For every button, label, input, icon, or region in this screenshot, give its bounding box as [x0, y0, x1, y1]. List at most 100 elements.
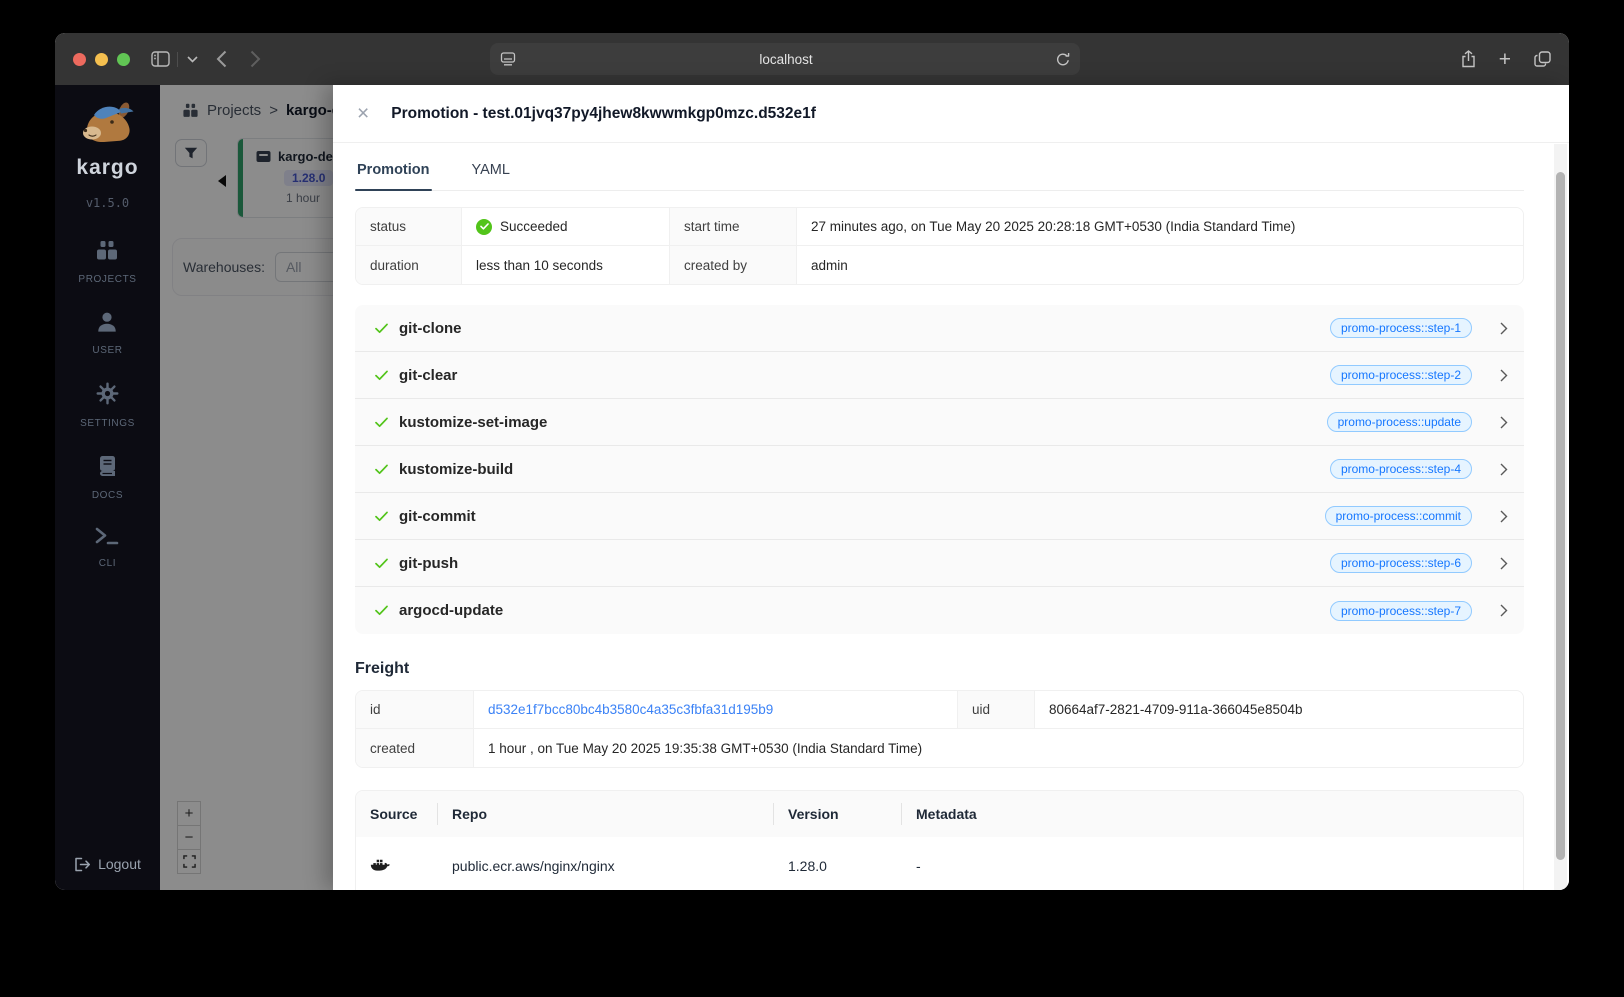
- step-name: git-commit: [399, 507, 476, 525]
- chevron-down-icon[interactable]: [183, 33, 201, 85]
- step-alias-badge: promo-process::commit: [1324, 506, 1472, 526]
- step-row-git-clear[interactable]: git-clear promo-process::step-2: [355, 352, 1524, 399]
- window-minimize-button[interactable]: [95, 53, 108, 66]
- chevron-right-icon: [1500, 322, 1508, 335]
- share-icon[interactable]: [1461, 50, 1476, 68]
- col-version: Version: [774, 791, 902, 837]
- freight-uid-label: uid: [958, 691, 1035, 729]
- duration-value: less than 10 seconds: [462, 246, 670, 284]
- step-row-argocd-update[interactable]: argocd-update promo-process::step-7: [355, 587, 1524, 634]
- source-repo: public.ecr.aws/nginx/nginx: [452, 858, 615, 874]
- tab-overview-icon[interactable]: [1534, 51, 1551, 67]
- modal-header: × Promotion - test.01jvq37py4jhew8kwwmkg…: [333, 85, 1569, 143]
- tab-promotion[interactable]: Promotion: [355, 153, 432, 191]
- freight-created-label: created: [356, 729, 474, 767]
- duration-label: duration: [356, 246, 462, 284]
- created-by-label: created by: [670, 246, 797, 284]
- sidebar-item-label: PROJECTS: [78, 274, 137, 285]
- window-controls: [73, 53, 130, 66]
- check-icon: [375, 323, 388, 334]
- check-icon: [375, 464, 388, 475]
- step-name: git-push: [399, 554, 459, 572]
- sidebar-nav: PROJECTS USER SETTINGS DOCS CLI: [78, 240, 136, 595]
- step-name: git-clear: [399, 366, 458, 384]
- terminal-icon: [95, 527, 119, 550]
- chevron-right-icon: [1500, 557, 1508, 570]
- sidebar-item-docs[interactable]: DOCS: [92, 455, 123, 501]
- freight-heading: Freight: [355, 660, 410, 677]
- freight-sources-table: Source Repo Version Metadata public.ecr.…: [355, 790, 1524, 890]
- kargo-sidebar: kargo v1.5.0 PROJECTS USER SETTINGS DOCS…: [55, 85, 160, 890]
- book-icon: [97, 455, 118, 482]
- step-row-git-clone[interactable]: git-clone promo-process::step-1: [355, 305, 1524, 352]
- address-bar[interactable]: localhost: [490, 43, 1080, 75]
- forward-button[interactable]: [241, 33, 269, 85]
- chevron-right-icon: [1500, 416, 1508, 429]
- freight-id-label: id: [356, 691, 474, 729]
- status-value: Succeeded: [462, 208, 670, 246]
- reload-icon[interactable]: [1056, 52, 1070, 67]
- start-time-label: start time: [670, 208, 797, 246]
- docker-icon: [370, 859, 390, 873]
- check-icon: [375, 605, 388, 616]
- modal-tabs: Promotion YAML: [355, 153, 1524, 191]
- version-label: v1.5.0: [85, 196, 130, 210]
- modal-title: Promotion - test.01jvq37py4jhew8kwwmkgp0…: [391, 104, 816, 122]
- col-metadata: Metadata: [902, 791, 1523, 837]
- promotion-modal: × Promotion - test.01jvq37py4jhew8kwwmkg…: [333, 85, 1569, 890]
- toolbar-divider: [177, 52, 178, 67]
- freight-id-link[interactable]: d532e1f7bcc80bc4b3580c4a35c3fbfa31d195b9: [488, 702, 773, 717]
- sources-header-row: Source Repo Version Metadata: [356, 791, 1523, 837]
- sidebar-item-label: USER: [92, 345, 123, 356]
- step-name: argocd-update: [399, 602, 504, 619]
- sidebar-item-label: CLI: [98, 558, 117, 569]
- step-row-kustomize-set-image[interactable]: kustomize-set-image promo-process::updat…: [355, 399, 1524, 446]
- url-text: localhost: [759, 51, 813, 67]
- modal-scrollbar: [1554, 144, 1567, 890]
- close-icon[interactable]: ×: [357, 103, 369, 124]
- sidebar-item-cli[interactable]: CLI: [95, 527, 119, 569]
- gear-icon: [96, 382, 119, 410]
- col-source: Source: [356, 791, 438, 837]
- sidebar-item-projects[interactable]: PROJECTS: [78, 240, 136, 285]
- step-row-kustomize-build[interactable]: kustomize-build promo-process::step-4: [355, 446, 1524, 493]
- step-name: kustomize-build: [399, 460, 514, 478]
- sidebar-item-label: DOCS: [91, 490, 124, 501]
- freight-table: id d532e1f7bcc80bc4b3580c4a35c3fbfa31d19…: [355, 690, 1524, 768]
- window-zoom-button[interactable]: [117, 53, 130, 66]
- source-metadata: -: [916, 858, 921, 874]
- source-version: 1.28.0: [788, 858, 827, 874]
- status-text: Succeeded: [500, 219, 568, 234]
- source-type-cell: [356, 837, 438, 890]
- step-alias-badge: promo-process::update: [1326, 412, 1472, 432]
- success-check-icon: [476, 218, 492, 235]
- new-tab-icon[interactable]: +: [1499, 49, 1511, 70]
- check-icon: [375, 370, 388, 381]
- col-repo: Repo: [438, 791, 774, 837]
- tab-yaml[interactable]: YAML: [470, 153, 512, 190]
- freight-id-value: d532e1f7bcc80bc4b3580c4a35c3fbfa31d195b9: [474, 691, 958, 729]
- promotion-info-table: status Succeeded start time 27 minutes a…: [355, 207, 1524, 285]
- back-button[interactable]: [207, 33, 235, 85]
- promotion-steps-list: git-clone promo-process::step-1 git-clea…: [355, 305, 1524, 634]
- logout-button[interactable]: Logout: [74, 856, 141, 872]
- step-alias-badge: promo-process::step-7: [1329, 600, 1472, 621]
- kargo-wordmark: kargo: [76, 156, 139, 179]
- step-row-git-push[interactable]: git-push promo-process::step-6: [355, 540, 1524, 587]
- logout-icon: [74, 857, 91, 872]
- start-time-value: 27 minutes ago, on Tue May 20 2025 20:28…: [797, 208, 1523, 246]
- sidebar-item-user[interactable]: USER: [92, 311, 122, 356]
- projects-icon: [95, 240, 119, 266]
- scrollbar-thumb[interactable]: [1556, 172, 1565, 860]
- step-alias-badge: promo-process::step-1: [1329, 318, 1472, 338]
- browser-toolbar: localhost +: [55, 33, 1569, 85]
- sidebar-toggle-icon[interactable]: [147, 33, 173, 85]
- created-by-value: admin: [797, 246, 1523, 284]
- step-row-git-commit[interactable]: git-commit promo-process::commit: [355, 493, 1524, 540]
- logout-label: Logout: [98, 856, 141, 872]
- window-close-button[interactable]: [73, 53, 86, 66]
- step-alias-badge: promo-process::step-6: [1329, 553, 1472, 573]
- step-name: kustomize-set-image: [399, 413, 548, 431]
- page-reader-icon: [500, 52, 516, 66]
- sidebar-item-settings[interactable]: SETTINGS: [80, 382, 135, 429]
